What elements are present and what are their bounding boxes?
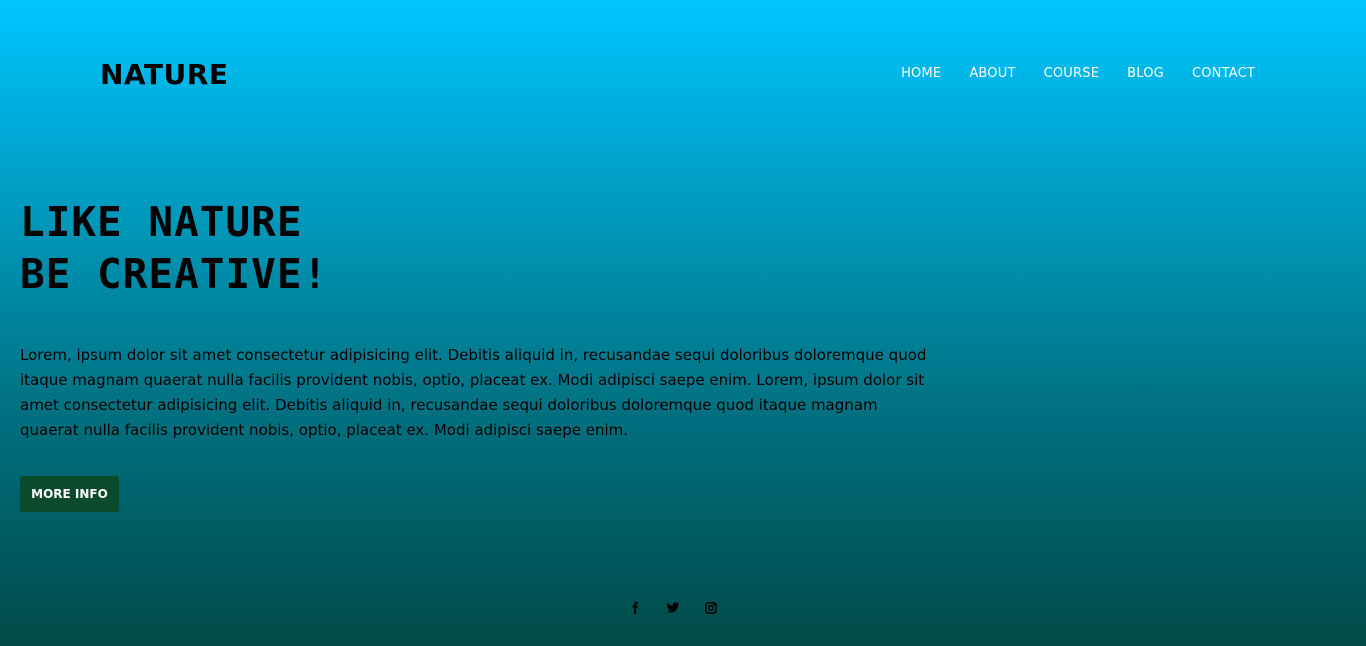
- nav-link-about[interactable]: ABOUT: [969, 66, 1015, 81]
- site-logo[interactable]: NATURE: [100, 58, 228, 91]
- hero-title-line-1: LIKE NATURE: [20, 198, 303, 246]
- hero-title-line-2: BE CREATIVE!: [20, 250, 329, 298]
- facebook-icon[interactable]: [626, 599, 644, 617]
- nav-link-course[interactable]: COURSE: [1044, 66, 1100, 81]
- nav-link-contact[interactable]: CONTACT: [1192, 66, 1255, 81]
- hero-paragraph: Lorem, ipsum dolor sit amet consectetur …: [20, 346, 927, 439]
- main-navigation: HOME ABOUT COURSE BLOG CONTACT: [901, 66, 1255, 81]
- twitter-icon[interactable]: [664, 599, 682, 617]
- instagram-icon[interactable]: [702, 599, 720, 617]
- nav-link-home[interactable]: HOME: [901, 66, 941, 81]
- hero-title: LIKE NATURE BE CREATIVE!: [20, 196, 328, 300]
- social-links: [626, 599, 720, 617]
- more-info-button[interactable]: MORE INFO: [20, 476, 119, 512]
- nav-link-blog[interactable]: BLOG: [1127, 66, 1164, 81]
